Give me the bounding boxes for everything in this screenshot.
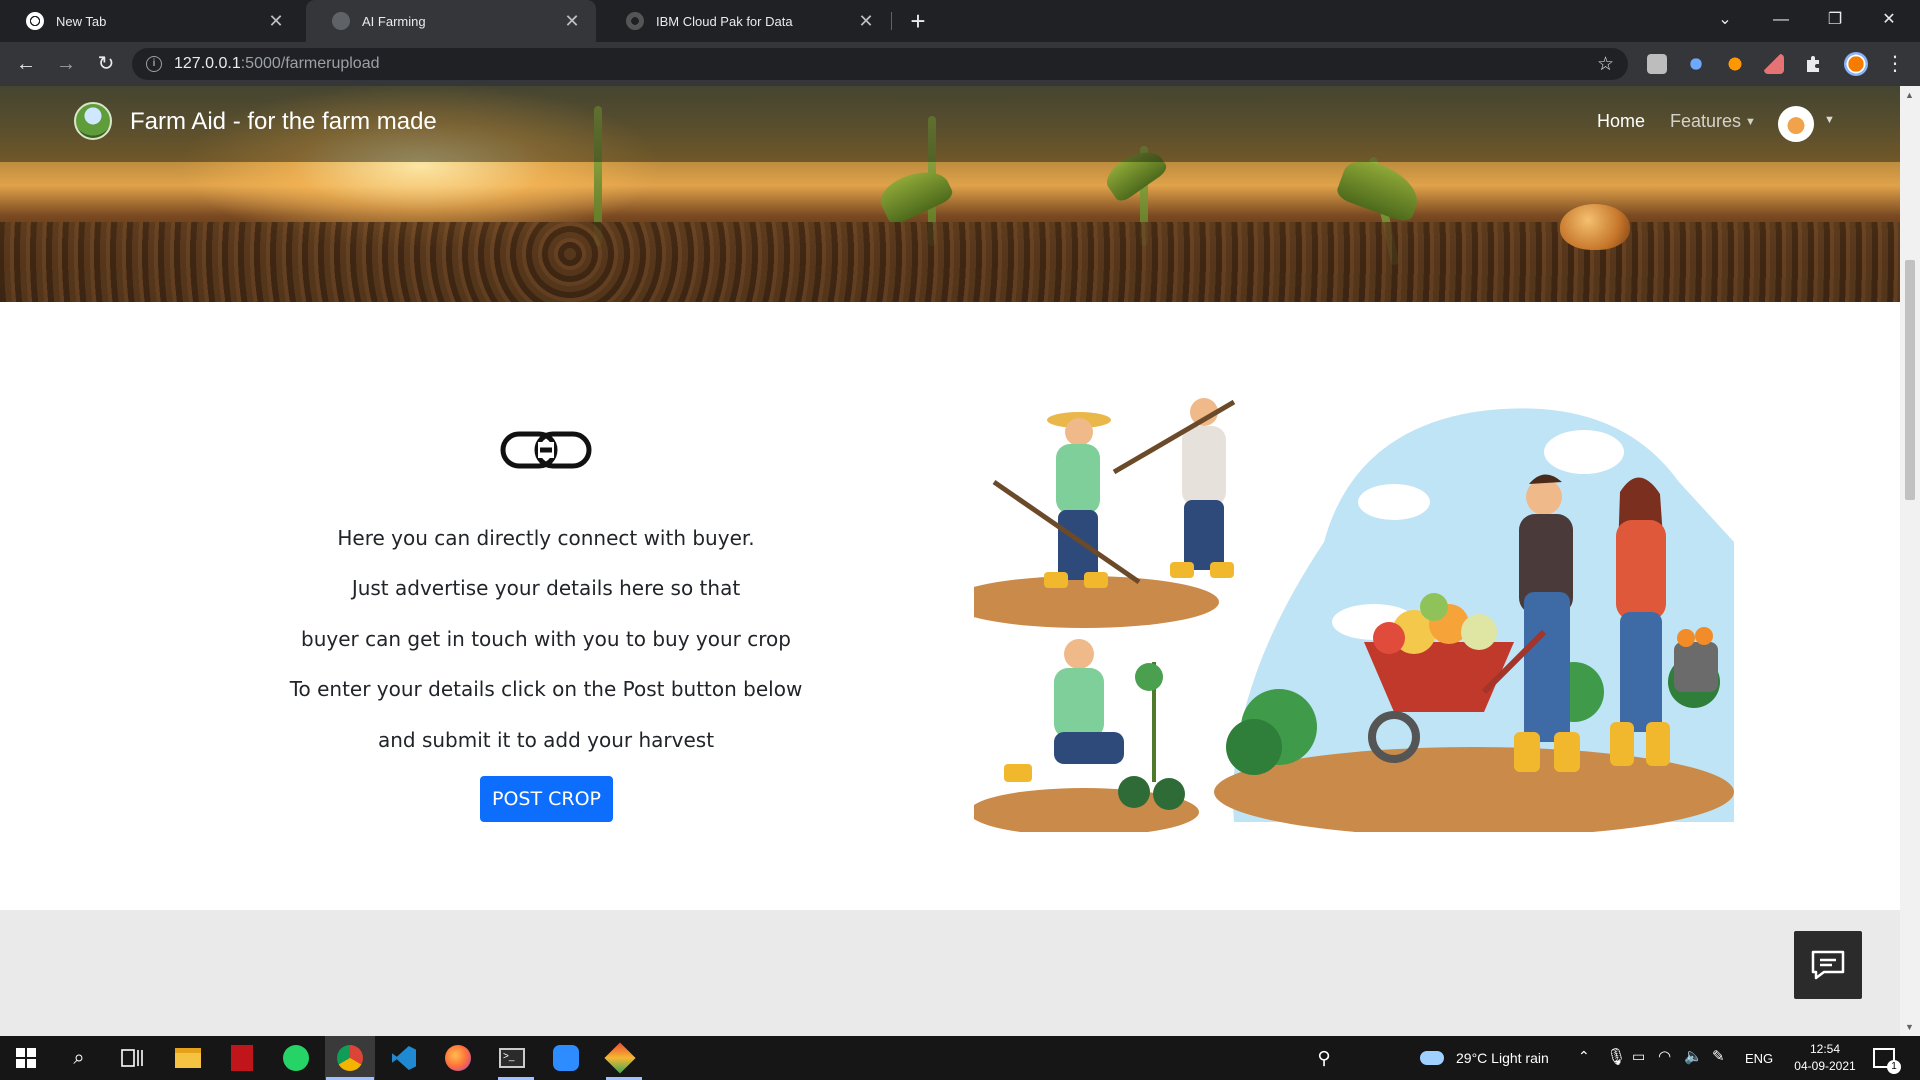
link-chain-icon [500,431,592,469]
browser-tabstrip: New Tab ✕ AI Farming ✕ IBM Cloud Pak for… [0,0,1920,42]
footer-band [0,910,1900,1036]
weather-text[interactable]: 29°C Light rain [1456,1050,1549,1066]
url-path: :5000/farmerupload [240,55,380,72]
scroll-up-icon[interactable]: ▲ [1905,90,1914,100]
file-explorer-icon[interactable] [174,1044,202,1072]
extension-icon[interactable] [1686,54,1706,74]
new-tab-plus-icon[interactable]: + [903,6,933,37]
info-line: buyer can get in touch with you to buy y… [301,627,791,651]
reload-icon[interactable]: ↻ [93,52,119,76]
info-line: Just advertise your details here so that [351,576,741,600]
info-line: To enter your details click on the Post … [289,677,803,701]
chrome-icon[interactable] [336,1044,364,1072]
vscode-icon[interactable] [390,1044,418,1072]
ibm-bee-icon [626,12,644,30]
bookmark-star-icon[interactable]: ☆ [1597,53,1614,76]
scroll-down-icon[interactable]: ▼ [1905,1022,1914,1032]
browser-toolbar: ← → ↻ i 127.0.0.1:5000/farmerupload ☆ ⋮ [0,42,1920,86]
weather-cloud-icon[interactable] [1418,1044,1446,1072]
close-tab-icon[interactable]: ✕ [266,11,286,32]
url-host: 127.0.0.1 [174,55,241,72]
clock-date: 04-09-2021 [1794,1059,1856,1073]
task-view-icon[interactable] [118,1044,146,1072]
back-icon[interactable]: ← [13,52,39,76]
sprout-leaf [874,161,956,227]
firefox-icon[interactable] [444,1044,472,1072]
pen-icon[interactable]: ✎ [1712,1047,1725,1065]
tab-ibm-cloud[interactable]: IBM Cloud Pak for Data ✕ [600,0,890,42]
git-icon[interactable] [604,1042,636,1074]
clock[interactable]: 12:54 04-09-2021 [1785,1041,1865,1075]
people-icon[interactable]: ⚲ [1310,1044,1338,1072]
site-navbar: Farm Aid - for the farm made Home Featur… [0,86,1900,162]
close-window-icon[interactable]: ✕ [1866,4,1912,36]
windows-start-icon[interactable] [12,1044,40,1072]
sprout-leaf [1334,153,1426,225]
scrollbar-thumb[interactable] [1905,260,1915,500]
puzzle-extensions-icon[interactable] [1803,54,1823,74]
nav-dropdown-features[interactable]: Features ▼ [1670,111,1756,132]
restore-icon[interactable]: ❐ [1812,4,1858,36]
nav-link-home[interactable]: Home [1597,111,1645,132]
caret-down-icon[interactable]: ▼ [1824,114,1835,126]
tab-ai-farming[interactable]: AI Farming ✕ [306,0,596,42]
acrobat-icon[interactable] [228,1044,256,1072]
minimize-icon[interactable]: — [1758,4,1804,36]
nav-features-label: Features [1670,111,1742,131]
tab-title: New Tab [56,13,107,29]
extension-icon[interactable] [1764,54,1784,74]
caret-down-icon: ▼ [1745,116,1756,129]
menu-kebab-icon[interactable]: ⋮ [1882,52,1908,76]
info-line: Here you can directly connect with buyer… [337,526,755,550]
tab-divider [891,12,892,30]
chevron-up-icon[interactable]: ⌃ [1578,1048,1590,1065]
tab-new-tab[interactable]: New Tab ✕ [0,0,300,42]
globe-icon [332,12,350,30]
search-icon[interactable]: ⌕ [65,1044,93,1072]
brand-logo[interactable] [74,102,112,140]
chat-feedback-button[interactable] [1794,931,1862,999]
chrome-icon [26,12,44,30]
site-info-icon[interactable]: i [146,56,162,72]
brand-title[interactable]: Farm Aid - for the farm made [130,108,437,136]
extension-icon[interactable] [1725,54,1745,74]
clock-time: 12:54 [1809,1042,1841,1056]
profile-avatar-icon[interactable] [1844,52,1868,76]
battery-icon[interactable]: ▭ [1632,1048,1645,1065]
user-avatar[interactable] [1778,106,1814,142]
notification-count: 1 [1887,1060,1901,1074]
post-crop-button[interactable]: POST CROP [480,776,613,822]
windows-taskbar: ⌕ >_ ⚲ 29°C Light rain ⌃ 🎙 ▭ ◠ 🔈 ✎ ENG 1… [0,1036,1920,1080]
terminal-icon[interactable]: >_ [498,1044,526,1072]
tab-title: AI Farming [362,13,426,29]
chat-icon [1811,950,1845,980]
microphone-icon[interactable]: 🎙 [1606,1047,1626,1067]
main-content: Here you can directly connect with buyer… [0,302,1900,910]
forward-icon[interactable]: → [53,52,79,76]
zoom-icon[interactable] [552,1044,580,1072]
language-indicator[interactable]: ENG [1745,1051,1773,1066]
info-line: and submit it to add your harvest [377,728,715,752]
page-scrollbar[interactable]: ▲ ▼ [1900,86,1920,1036]
page-viewport: Farm Aid - for the farm made Home Featur… [0,86,1900,1036]
notifications-icon[interactable]: 1 [1870,1044,1901,1074]
extension-icon[interactable] [1647,54,1667,74]
wifi-icon[interactable]: ◠ [1658,1047,1671,1065]
close-tab-icon[interactable]: ✕ [856,11,876,32]
whatsapp-icon[interactable] [282,1044,310,1072]
seed [1560,204,1630,250]
close-tab-icon[interactable]: ✕ [562,11,582,32]
volume-icon[interactable]: 🔈 [1684,1047,1703,1065]
tab-search-icon[interactable]: ⌄ [1702,4,1748,36]
tab-title: IBM Cloud Pak for Data [656,13,793,29]
address-bar[interactable]: i 127.0.0.1:5000/farmerupload ☆ [132,48,1628,80]
farmers-illustration [974,398,1734,832]
